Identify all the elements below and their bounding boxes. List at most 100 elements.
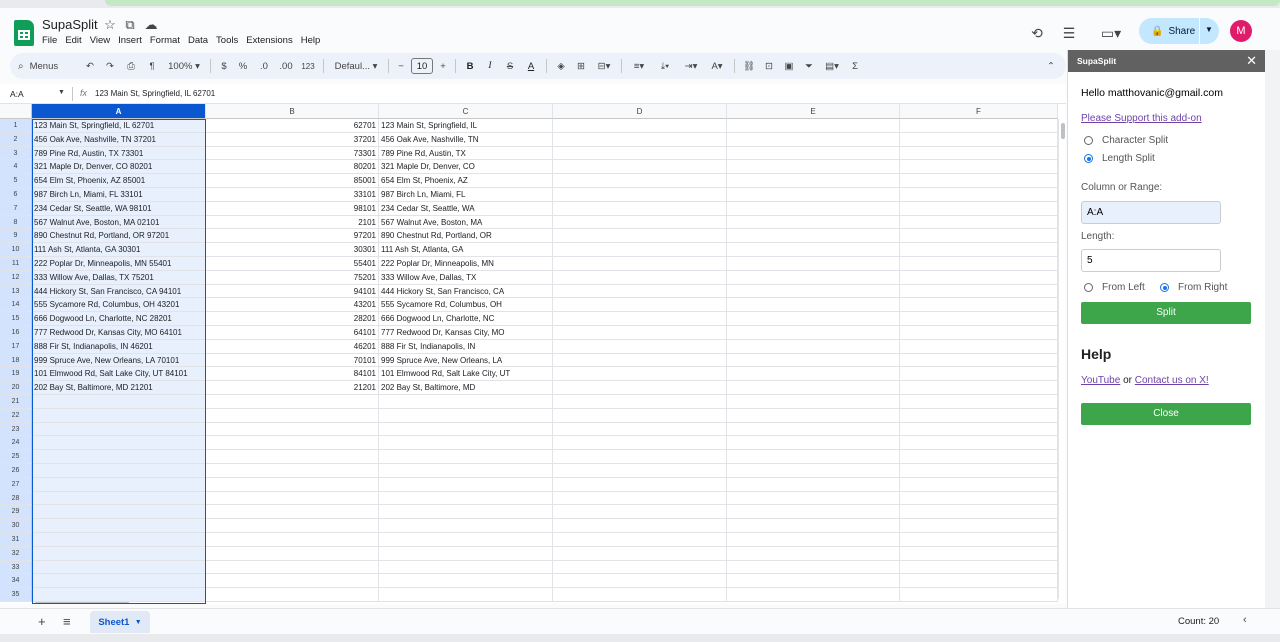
cell-b4[interactable]: 80201 — [206, 160, 379, 175]
cell-e24[interactable] — [727, 436, 900, 451]
cell-f11[interactable] — [900, 257, 1058, 271]
cell-f2[interactable] — [900, 132, 1058, 147]
text-color-button[interactable]: A — [520, 56, 542, 76]
row-header[interactable]: 12 — [0, 270, 32, 285]
decrease-decimal-button[interactable]: .0 — [253, 56, 275, 76]
radio-from-right-control[interactable] — [1160, 283, 1169, 292]
cell-e10[interactable] — [727, 243, 900, 257]
cell-b30[interactable] — [206, 519, 379, 533]
cell-f23[interactable] — [900, 422, 1058, 437]
cell-a13[interactable]: 444 Hickory St, San Francisco, CA 94101 — [32, 284, 206, 299]
cell-b28[interactable] — [206, 491, 379, 506]
fill-color-icon[interactable]: ◈ — [551, 56, 571, 76]
cell-a26[interactable] — [32, 464, 206, 478]
cell-e22[interactable] — [727, 408, 900, 423]
percent-format-button[interactable]: % — [233, 56, 253, 76]
cell-f22[interactable] — [900, 408, 1058, 423]
avatar[interactable]: M — [1230, 20, 1252, 42]
cell-f32[interactable] — [900, 546, 1058, 561]
row-header[interactable]: 30 — [0, 519, 32, 533]
italic-button[interactable]: I — [480, 56, 500, 76]
cell-b3[interactable]: 73301 — [206, 146, 379, 161]
cell-c18[interactable]: 999 Spruce Ave, New Orleans, LA — [379, 353, 553, 368]
cell-e34[interactable] — [727, 574, 900, 589]
split-button[interactable]: Split — [1081, 302, 1251, 324]
row-header[interactable]: 24 — [0, 436, 32, 451]
cell-e23[interactable] — [727, 422, 900, 437]
cell-b18[interactable]: 70101 — [206, 353, 379, 368]
text-wrapping-icon[interactable]: ⇥▾ — [678, 56, 704, 76]
row-header[interactable]: 19 — [0, 367, 32, 382]
cell-d20[interactable] — [553, 381, 727, 395]
font-size-decrease-button[interactable]: − — [393, 56, 409, 76]
menu-item-view[interactable]: View — [90, 35, 114, 46]
cell-c8[interactable]: 567 Walnut Ave, Boston, MA — [379, 215, 553, 230]
search-menus-button[interactable]: ⌕ Menus — [18, 56, 80, 76]
star-icon[interactable]: ☆ — [102, 17, 118, 33]
move-folder-icon[interactable]: ⧉ — [122, 17, 138, 33]
menu-item-format[interactable]: Format — [150, 35, 184, 46]
cell-c16[interactable]: 777 Redwood Dr, Kansas City, MO — [379, 326, 553, 340]
row-header[interactable]: 28 — [0, 491, 32, 506]
cell-c33[interactable] — [379, 560, 553, 575]
cell-e1[interactable] — [727, 119, 900, 133]
row-header[interactable]: 17 — [0, 339, 32, 354]
radio-from-left[interactable]: From Left — [1084, 282, 1145, 293]
print-icon[interactable]: ⎙ — [120, 56, 142, 76]
menu-item-extensions[interactable]: Extensions — [246, 35, 296, 46]
cell-d26[interactable] — [553, 464, 727, 478]
share-button[interactable]: 🔒 Share ▼ — [1139, 18, 1219, 44]
cell-f24[interactable] — [900, 436, 1058, 451]
close-button[interactable]: Close — [1081, 403, 1251, 425]
cell-c32[interactable] — [379, 546, 553, 561]
cell-c20[interactable]: 202 Bay St, Baltimore, MD — [379, 381, 553, 395]
menu-item-tools[interactable]: Tools — [216, 35, 242, 46]
cell-f25[interactable] — [900, 450, 1058, 464]
cell-c14[interactable]: 555 Sycamore Rd, Columbus, OH — [379, 298, 553, 313]
cell-b27[interactable] — [206, 477, 379, 492]
radio-length-split[interactable]: Length Split — [1084, 153, 1155, 164]
cell-a10[interactable]: 111 Ash St, Atlanta, GA 30301 — [32, 243, 206, 257]
zoom-select[interactable]: 100% ▾ — [162, 56, 206, 76]
cell-f17[interactable] — [900, 339, 1058, 354]
cell-a16[interactable]: 777 Redwood Dr, Kansas City, MO 64101 — [32, 326, 206, 340]
range-input[interactable]: A:A — [1081, 201, 1221, 224]
youtube-link[interactable]: YouTube — [1081, 375, 1120, 386]
cell-c22[interactable] — [379, 408, 553, 423]
cell-d33[interactable] — [553, 560, 727, 575]
cell-b25[interactable] — [206, 450, 379, 464]
cell-d24[interactable] — [553, 436, 727, 451]
cell-a8[interactable]: 567 Walnut Ave, Boston, MA 02101 — [32, 215, 206, 230]
cell-c17[interactable]: 888 Fir St, Indianapolis, IN — [379, 339, 553, 354]
cell-a33[interactable] — [32, 560, 206, 575]
cell-f18[interactable] — [900, 353, 1058, 368]
cell-f13[interactable] — [900, 284, 1058, 299]
cell-c26[interactable] — [379, 464, 553, 478]
row-header[interactable]: 25 — [0, 450, 32, 464]
cell-a35[interactable] — [32, 588, 206, 602]
cell-f4[interactable] — [900, 160, 1058, 175]
cell-a12[interactable]: 333 Willow Ave, Dallas, TX 75201 — [32, 270, 206, 285]
insert-comment-icon[interactable]: ⊡ — [759, 56, 779, 76]
cell-e21[interactable] — [727, 395, 900, 409]
cell-c25[interactable] — [379, 450, 553, 464]
cell-a2[interactable]: 456 Oak Ave, Nashville, TN 37201 — [32, 132, 206, 147]
cell-c29[interactable] — [379, 505, 553, 520]
cell-c27[interactable] — [379, 477, 553, 492]
document-title[interactable]: SupaSplit — [42, 17, 98, 32]
more-formats-button[interactable]: 123 — [297, 56, 319, 76]
row-header[interactable]: 6 — [0, 188, 32, 202]
menu-item-data[interactable]: Data — [188, 35, 212, 46]
menu-item-file[interactable]: File — [42, 35, 61, 46]
cell-e15[interactable] — [727, 312, 900, 326]
row-header[interactable]: 18 — [0, 353, 32, 368]
row-header[interactable]: 15 — [0, 312, 32, 326]
row-header[interactable]: 5 — [0, 174, 32, 188]
cell-d6[interactable] — [553, 188, 727, 202]
cell-f15[interactable] — [900, 312, 1058, 326]
column-header-e[interactable]: E — [727, 104, 900, 119]
cell-f19[interactable] — [900, 367, 1058, 382]
cell-e20[interactable] — [727, 381, 900, 395]
cell-d21[interactable] — [553, 395, 727, 409]
cell-c24[interactable] — [379, 436, 553, 451]
